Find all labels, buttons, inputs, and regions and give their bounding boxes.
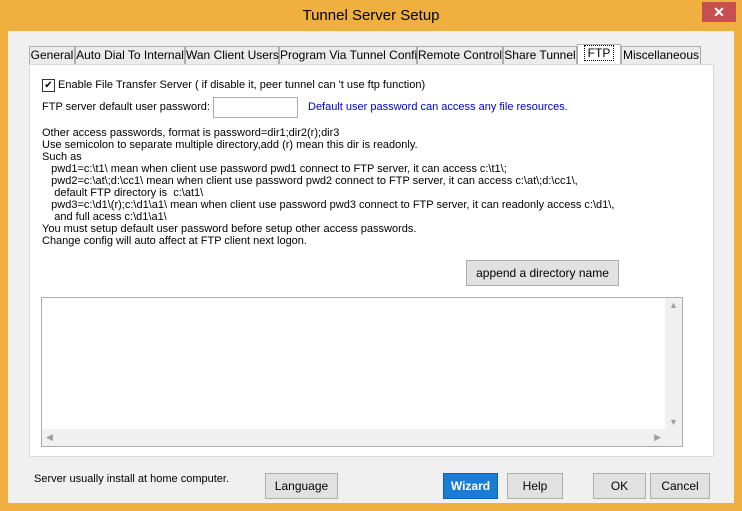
horizontal-scrollbar[interactable]: ◀ ▶ bbox=[42, 429, 665, 446]
default-password-input[interactable] bbox=[213, 97, 298, 118]
tab-program-via-tunnel[interactable]: Program Via Tunnel Config bbox=[279, 46, 424, 64]
tab-general[interactable]: General bbox=[29, 46, 75, 64]
wizard-button[interactable]: Wizard bbox=[443, 473, 498, 499]
scroll-down-icon[interactable]: ▼ bbox=[669, 417, 678, 427]
info-line: and full acess c:\d1\a1\ bbox=[42, 211, 167, 223]
title-bar: Tunnel Server Setup ✕ bbox=[1, 1, 741, 31]
language-button[interactable]: Language bbox=[265, 473, 338, 499]
default-password-label: FTP server default user password: bbox=[42, 101, 210, 113]
default-password-hint: Default user password can access any fil… bbox=[308, 101, 568, 113]
dialog-client: General Auto Dial To Internal Wan Client… bbox=[8, 31, 734, 503]
status-text: Server usually install at home computer. bbox=[34, 473, 230, 485]
access-passwords-textarea[interactable]: ▲ ▼ ◀ ▶ bbox=[41, 297, 683, 447]
tab-wan-client-users[interactable]: Wan Client Users bbox=[185, 46, 279, 64]
info-line: pwd2=c:\at\;d:\cc1\ mean when client use… bbox=[42, 175, 578, 187]
close-icon: ✕ bbox=[713, 4, 725, 20]
cancel-button[interactable]: Cancel bbox=[650, 473, 710, 499]
scrollbar-corner bbox=[665, 429, 682, 446]
vertical-scrollbar[interactable]: ▲ ▼ bbox=[665, 298, 682, 429]
main-window: Tunnel Server Setup ✕ General Auto Dial … bbox=[0, 0, 742, 511]
scroll-left-icon[interactable]: ◀ bbox=[46, 432, 53, 443]
info-line: pwd3=c:\d1\(r);c:\d1\a1\ mean when clien… bbox=[42, 199, 615, 211]
window-title: Tunnel Server Setup bbox=[302, 7, 440, 24]
info-line: You must setup default user password bef… bbox=[42, 223, 417, 235]
info-line: Such as bbox=[42, 151, 82, 163]
tab-share-tunnel[interactable]: Share Tunnel bbox=[503, 46, 577, 64]
tab-ftp[interactable]: FTP bbox=[577, 44, 621, 65]
info-line: default FTP directory is c:\at1\ bbox=[42, 187, 204, 199]
tab-miscellaneous[interactable]: Miscellaneous bbox=[621, 46, 701, 64]
info-line: pwd1=c:\t1\ mean when client use passwor… bbox=[42, 163, 507, 175]
enable-ftp-label: Enable File Transfer Server ( if disable… bbox=[58, 79, 426, 91]
tab-auto-dial[interactable]: Auto Dial To Internal bbox=[75, 46, 185, 64]
append-directory-button[interactable]: append a directory name bbox=[466, 260, 619, 286]
enable-ftp-checkbox[interactable]: ✔ bbox=[42, 79, 55, 92]
tab-remote-control[interactable]: Remote Control bbox=[417, 46, 503, 64]
info-line: Use semicolon to separate multiple direc… bbox=[42, 139, 418, 151]
close-button[interactable]: ✕ bbox=[702, 2, 736, 22]
info-line: Change config will auto affect at FTP cl… bbox=[42, 235, 307, 247]
scroll-up-icon[interactable]: ▲ bbox=[669, 300, 678, 310]
scroll-right-icon[interactable]: ▶ bbox=[654, 432, 661, 443]
ok-button[interactable]: OK bbox=[593, 473, 646, 499]
info-line: Other access passwords, format is passwo… bbox=[42, 127, 340, 139]
ftp-panel: ✔ Enable File Transfer Server ( if disab… bbox=[29, 64, 714, 457]
help-button[interactable]: Help bbox=[507, 473, 563, 499]
checkmark-icon: ✔ bbox=[44, 80, 53, 91]
